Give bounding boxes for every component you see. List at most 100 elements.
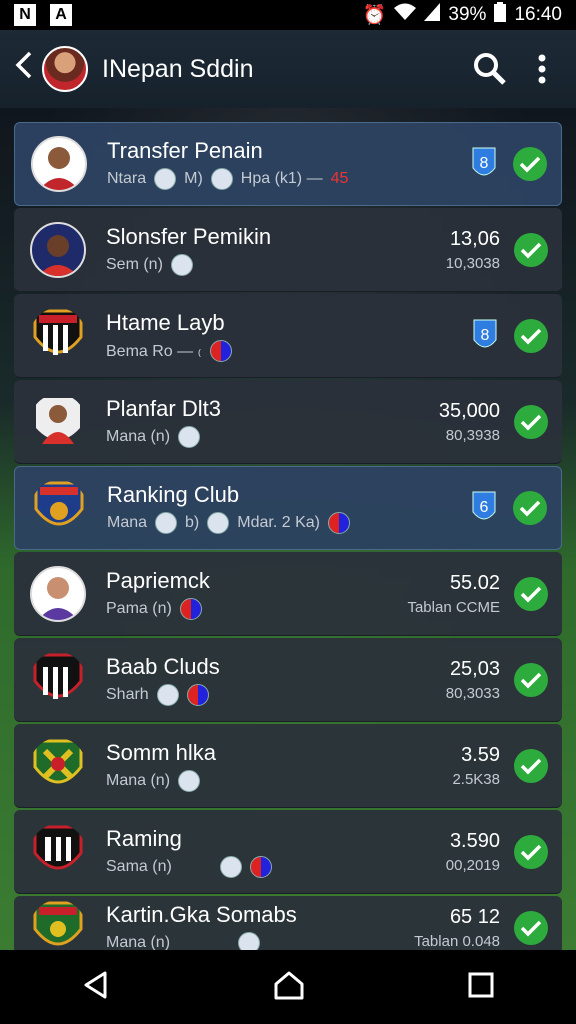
search-icon[interactable] xyxy=(470,49,510,89)
item-subtitle: Sharh xyxy=(106,685,149,703)
item-title: Ranking Club xyxy=(107,482,240,507)
globe-icon xyxy=(170,253,193,276)
notification-icon-2: A xyxy=(50,4,72,26)
nav-home-icon[interactable] xyxy=(273,970,305,1005)
flag-icon xyxy=(327,512,350,534)
item-value: 13,06 xyxy=(449,227,500,250)
item-title: Planfar Dlt3 xyxy=(106,395,221,421)
list-item[interactable]: Baab Cluds Sharh 25,03 80,3033 xyxy=(14,638,562,722)
item-subtitle: Bema Ro — ₍ xyxy=(106,342,202,360)
clock: 16:40 xyxy=(514,4,562,25)
item-value-2: 80,3033 xyxy=(445,684,500,702)
item-subtitle: Mana (n) xyxy=(106,933,171,951)
player-avatar xyxy=(30,221,86,278)
item-value: 65 12 xyxy=(449,905,500,928)
list-item[interactable]: Transfer Penain Ntara M) Hpa (k1) — 45 8 xyxy=(14,122,562,206)
check-icon[interactable] xyxy=(514,748,548,783)
item-value-2: Tablan CCME xyxy=(407,598,500,616)
item-subtitle: Pama (n) xyxy=(106,599,172,617)
player-crest-icon xyxy=(30,394,86,450)
svg-text:8: 8 xyxy=(480,155,489,172)
flag-icon xyxy=(154,168,177,190)
list-item[interactable]: Slonsfer Pemikin Sem (n) 13,06 10,3038 xyxy=(14,208,562,292)
battery-icon xyxy=(494,2,507,28)
item-subtitle: Mana xyxy=(107,514,148,531)
check-icon[interactable] xyxy=(514,318,548,353)
list-item[interactable]: Papriemck Pama (n) 55.02 Tablan CCME xyxy=(14,552,562,636)
globe-icon xyxy=(210,168,233,190)
item-value-2: Tablan 0.048 xyxy=(414,932,500,950)
club-crest-icon xyxy=(30,652,86,708)
item-subtitle-3: Mdar. 2 Ka) xyxy=(237,514,320,531)
item-value-2: 2.5K38 xyxy=(452,770,500,788)
item-value-2: 80,3938 xyxy=(445,426,500,444)
club-crest-icon xyxy=(30,308,86,364)
item-subtitle: Sem (n) xyxy=(106,255,163,273)
battery-percent: 39% xyxy=(448,4,487,25)
app-bar: INepan Sddin xyxy=(0,30,576,108)
item-title: Transfer Penain xyxy=(107,138,263,163)
item-title: Baab Cluds xyxy=(106,653,220,679)
item-subtitle: Mana (n) xyxy=(106,771,171,789)
globe-icon xyxy=(178,425,201,448)
item-value: 25,03 xyxy=(449,657,500,680)
check-icon[interactable] xyxy=(514,404,548,439)
item-title: Raming xyxy=(106,825,182,851)
check-icon[interactable] xyxy=(514,576,548,611)
flag-icon xyxy=(186,683,209,706)
check-icon[interactable] xyxy=(513,147,547,181)
item-value-2: 10,3038 xyxy=(445,254,500,272)
item-value: 55.02 xyxy=(449,571,500,594)
svg-text:8: 8 xyxy=(481,327,490,344)
club-crest-icon xyxy=(30,738,86,794)
notification-icon: N xyxy=(14,4,36,26)
item-value: 45 xyxy=(330,170,349,187)
check-icon[interactable] xyxy=(514,910,548,945)
globe-icon xyxy=(219,855,242,878)
alarm-icon: ⏰ xyxy=(362,5,387,26)
item-subtitle-2: M) xyxy=(184,170,203,187)
check-icon[interactable] xyxy=(514,662,548,697)
list-item[interactable]: Htame Layb Bema Ro — ₍ 8 xyxy=(14,294,562,378)
item-value: 3.59 xyxy=(461,743,500,766)
item-value: 3.590 xyxy=(449,829,500,852)
item-title: Slonsfer Pemikin xyxy=(106,223,272,249)
status-bar: N A ⏰ 39% 16:40 xyxy=(0,0,576,30)
more-vert-icon[interactable] xyxy=(522,49,562,89)
item-subtitle: Sama (n) xyxy=(106,857,172,875)
nav-back-icon[interactable] xyxy=(81,970,111,1005)
club-crest-icon xyxy=(30,900,86,956)
item-value-2: 00,2019 xyxy=(445,856,500,874)
flag-icon xyxy=(155,512,178,534)
globe-icon xyxy=(178,769,201,792)
item-title: Kartin.Gka Somabs xyxy=(106,901,297,927)
flag-icon xyxy=(209,339,232,362)
flag-icon xyxy=(179,597,202,620)
check-icon[interactable] xyxy=(514,232,548,267)
globe-icon xyxy=(207,512,230,534)
nav-recents-icon[interactable] xyxy=(467,971,495,1004)
shield-badge-icon: 6 xyxy=(472,491,496,520)
signal-icon xyxy=(424,3,441,27)
player-avatar xyxy=(30,565,86,622)
check-icon[interactable] xyxy=(513,491,547,525)
list-item[interactable]: Ranking Club Mana b) Mdar. 2 Ka) 6 xyxy=(14,466,562,550)
shield-badge-icon: 8 xyxy=(472,147,496,176)
item-title: Htame Layb xyxy=(106,309,225,335)
back-arrow-icon[interactable] xyxy=(14,51,36,87)
item-title: Papriemck xyxy=(106,567,210,593)
system-nav-bar xyxy=(0,950,576,1024)
avatar[interactable] xyxy=(42,46,88,92)
item-subtitle-3: Hpa (k1) — xyxy=(240,170,323,187)
list-item[interactable]: Planfar Dlt3 Mana (n) 35,000 80,3938 xyxy=(14,380,562,464)
wifi-icon xyxy=(394,3,417,27)
shield-badge-icon: 8 xyxy=(473,319,497,347)
list-item[interactable]: Somm hlka Mana (n) 3.59 2.5K38 xyxy=(14,724,562,808)
check-icon[interactable] xyxy=(514,834,548,869)
item-subtitle: Mana (n) xyxy=(106,427,171,445)
club-list: Transfer Penain Ntara M) Hpa (k1) — 45 8… xyxy=(14,122,562,960)
item-title: Somm hlka xyxy=(106,739,217,765)
globe-icon xyxy=(156,683,179,706)
list-item[interactable]: Raming Sama (n) 3.590 00,2019 xyxy=(14,810,562,894)
item-subtitle: Ntara xyxy=(107,170,147,187)
